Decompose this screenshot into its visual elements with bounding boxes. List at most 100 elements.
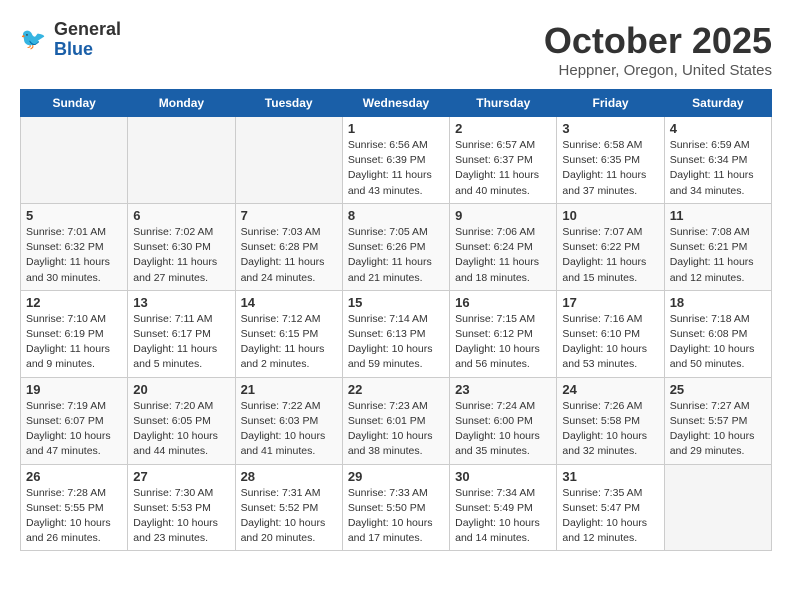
calendar-cell: 10Sunrise: 7:07 AMSunset: 6:22 PMDayligh… (557, 203, 664, 290)
logo-text: General Blue (54, 20, 121, 60)
day-info: Sunrise: 7:26 AMSunset: 5:58 PMDaylight:… (562, 399, 658, 460)
calendar-cell (128, 117, 235, 204)
calendar-cell: 16 Sunrise: 7:15 AMSunset: 6:12 PMDayligh… (450, 290, 557, 377)
day-number: 9 (455, 208, 551, 223)
day-number: 13 (133, 295, 229, 310)
day-info: Sunrise: 7:30 AMSunset: 5:53 PMDaylight:… (133, 486, 229, 547)
day-number: 12 (26, 295, 122, 310)
calendar-cell: 19 Sunrise: 7:19 AMSunset: 6:07 PMDayligh… (21, 377, 128, 464)
day-number: 17 (562, 295, 658, 310)
calendar-cell: 8 Sunrise: 7:05 AMSunset: 6:26 PMDaylight… (342, 203, 449, 290)
weekday-header-friday: Friday (557, 90, 664, 117)
day-info: Sunrise: 7:34 AMSunset: 5:49 PMDaylight:… (455, 486, 551, 547)
day-number: 29 (348, 469, 444, 484)
day-number: 14 (241, 295, 337, 310)
day-number: 22 (348, 382, 444, 397)
day-number: 27 (133, 469, 229, 484)
weekday-header-thursday: Thursday (450, 90, 557, 117)
day-number: 18 (670, 295, 766, 310)
calendar-cell (235, 117, 342, 204)
day-info: Sunrise: 7:07 AMSunset: 6:22 PMDaylight:… (562, 225, 658, 286)
calendar-cell: 28Sunrise: 7:31 AMSunset: 5:52 PMDayligh… (235, 464, 342, 551)
day-number: 7 (241, 208, 337, 223)
day-info: Sunrise: 6:59 AMSunset: 6:34 PMDaylight:… (670, 138, 766, 199)
calendar-cell: 18 Sunrise: 7:18 AMSunset: 6:08 PMDayligh… (664, 290, 771, 377)
location: Heppner, Oregon, United States (544, 62, 772, 79)
day-info: Sunrise: 7:05 AMSunset: 6:26 PMDaylight:… (348, 225, 444, 286)
day-info: Sunrise: 7:02 AMSunset: 6:30 PMDaylight:… (133, 225, 229, 286)
day-number: 16 (455, 295, 551, 310)
day-number: 21 (241, 382, 337, 397)
weekday-header-monday: Monday (128, 90, 235, 117)
calendar-cell: 24 Sunrise: 7:26 AMSunset: 5:58 PMDayligh… (557, 377, 664, 464)
calendar-cell: 6Sunrise: 7:02 AMSunset: 6:30 PMDaylight… (128, 203, 235, 290)
day-number: 8 (348, 208, 444, 223)
day-info: Sunrise: 7:22 AMSunset: 6:03 PMDaylight:… (241, 399, 337, 460)
day-number: 1 (348, 121, 444, 136)
weekday-header-wednesday: Wednesday (342, 90, 449, 117)
weekday-header-tuesday: Tuesday (235, 90, 342, 117)
svg-text:🐦: 🐦 (20, 28, 46, 51)
calendar-cell: 25 Sunrise: 7:27 AMSunset: 5:57 PMDayligh… (664, 377, 771, 464)
day-number: 31 (562, 469, 658, 484)
weekday-header-saturday: Saturday (664, 90, 771, 117)
logo-line1: General (54, 19, 121, 39)
day-number: 15 (348, 295, 444, 310)
calendar-cell: 26 Sunrise: 7:28 AMSunset: 5:55 PMDayligh… (21, 464, 128, 551)
day-info: Sunrise: 7:16 AMSunset: 6:10 PMDaylight:… (562, 312, 658, 373)
calendar-cell: 12Sunrise: 7:10 AMSunset: 6:19 PMDayligh… (21, 290, 128, 377)
day-info: Sunrise: 7:14 AMSunset: 6:13 PMDaylight:… (348, 312, 444, 373)
calendar-cell: 23 Sunrise: 7:24 AMSunset: 6:00 PMDayligh… (450, 377, 557, 464)
calendar-table: SundayMondayTuesdayWednesdayThursdayFrid… (20, 89, 772, 551)
day-info: Sunrise: 7:11 AMSunset: 6:17 PMDaylight:… (133, 312, 229, 373)
day-info: Sunrise: 7:28 AMSunset: 5:55 PMDaylight:… (26, 486, 122, 547)
day-number: 3 (562, 121, 658, 136)
calendar-cell (21, 117, 128, 204)
logo: 🐦 General Blue (20, 20, 121, 60)
day-info: Sunrise: 7:18 AMSunset: 6:08 PMDaylight:… (670, 312, 766, 373)
calendar-cell (664, 464, 771, 551)
day-number: 25 (670, 382, 766, 397)
day-info: Sunrise: 6:57 AMSunset: 6:37 PMDaylight:… (455, 138, 551, 199)
day-info: Sunrise: 7:01 AMSunset: 6:32 PMDaylight:… (26, 225, 122, 286)
calendar-cell: 4 Sunrise: 6:59 AMSunset: 6:34 PMDaylight… (664, 117, 771, 204)
calendar-cell: 27 Sunrise: 7:30 AMSunset: 5:53 PMDayligh… (128, 464, 235, 551)
month-title: October 2025 (544, 20, 772, 62)
day-info: Sunrise: 6:56 AMSunset: 6:39 PMDaylight:… (348, 138, 444, 199)
logo-line2: Blue (54, 39, 93, 59)
day-info: Sunrise: 7:27 AMSunset: 5:57 PMDaylight:… (670, 399, 766, 460)
day-number: 23 (455, 382, 551, 397)
logo-icon: 🐦 (20, 25, 50, 55)
day-info: Sunrise: 7:31 AMSunset: 5:52 PMDaylight:… (241, 486, 337, 547)
day-info: Sunrise: 7:03 AMSunset: 6:28 PMDaylight:… (241, 225, 337, 286)
calendar-cell: 22Sunrise: 7:23 AMSunset: 6:01 PMDayligh… (342, 377, 449, 464)
calendar-cell: 29 Sunrise: 7:33 AMSunset: 5:50 PMDayligh… (342, 464, 449, 551)
day-number: 11 (670, 208, 766, 223)
day-number: 26 (26, 469, 122, 484)
day-info: Sunrise: 7:33 AMSunset: 5:50 PMDaylight:… (348, 486, 444, 547)
weekday-header-sunday: Sunday (21, 90, 128, 117)
day-info: Sunrise: 7:20 AMSunset: 6:05 PMDaylight:… (133, 399, 229, 460)
calendar-cell: 7 Sunrise: 7:03 AMSunset: 6:28 PMDaylight… (235, 203, 342, 290)
page-header: 🐦 General Blue October 2025 Heppner, Ore… (20, 20, 772, 79)
day-info: Sunrise: 7:12 AMSunset: 6:15 PMDaylight:… (241, 312, 337, 373)
calendar-cell: 20Sunrise: 7:20 AMSunset: 6:05 PMDayligh… (128, 377, 235, 464)
calendar-cell: 5Sunrise: 7:01 AMSunset: 6:32 PMDaylight… (21, 203, 128, 290)
day-number: 19 (26, 382, 122, 397)
calendar-cell: 9 Sunrise: 7:06 AMSunset: 6:24 PMDaylight… (450, 203, 557, 290)
calendar-cell: 15 Sunrise: 7:14 AMSunset: 6:13 PMDayligh… (342, 290, 449, 377)
day-info: Sunrise: 6:58 AMSunset: 6:35 PMDaylight:… (562, 138, 658, 199)
day-info: Sunrise: 7:19 AMSunset: 6:07 PMDaylight:… (26, 399, 122, 460)
calendar-cell: 31 Sunrise: 7:35 AMSunset: 5:47 PMDayligh… (557, 464, 664, 551)
calendar-cell: 14 Sunrise: 7:12 AMSunset: 6:15 PMDayligh… (235, 290, 342, 377)
calendar-cell: 11Sunrise: 7:08 AMSunset: 6:21 PMDayligh… (664, 203, 771, 290)
calendar-cell: 30Sunrise: 7:34 AMSunset: 5:49 PMDayligh… (450, 464, 557, 551)
day-info: Sunrise: 7:15 AMSunset: 6:12 PMDaylight:… (455, 312, 551, 373)
calendar-cell: 21 Sunrise: 7:22 AMSunset: 6:03 PMDayligh… (235, 377, 342, 464)
day-info: Sunrise: 7:35 AMSunset: 5:47 PMDaylight:… (562, 486, 658, 547)
day-number: 24 (562, 382, 658, 397)
day-number: 4 (670, 121, 766, 136)
calendar-cell: 13 Sunrise: 7:11 AMSunset: 6:17 PMDayligh… (128, 290, 235, 377)
day-info: Sunrise: 7:24 AMSunset: 6:00 PMDaylight:… (455, 399, 551, 460)
day-info: Sunrise: 7:06 AMSunset: 6:24 PMDaylight:… (455, 225, 551, 286)
